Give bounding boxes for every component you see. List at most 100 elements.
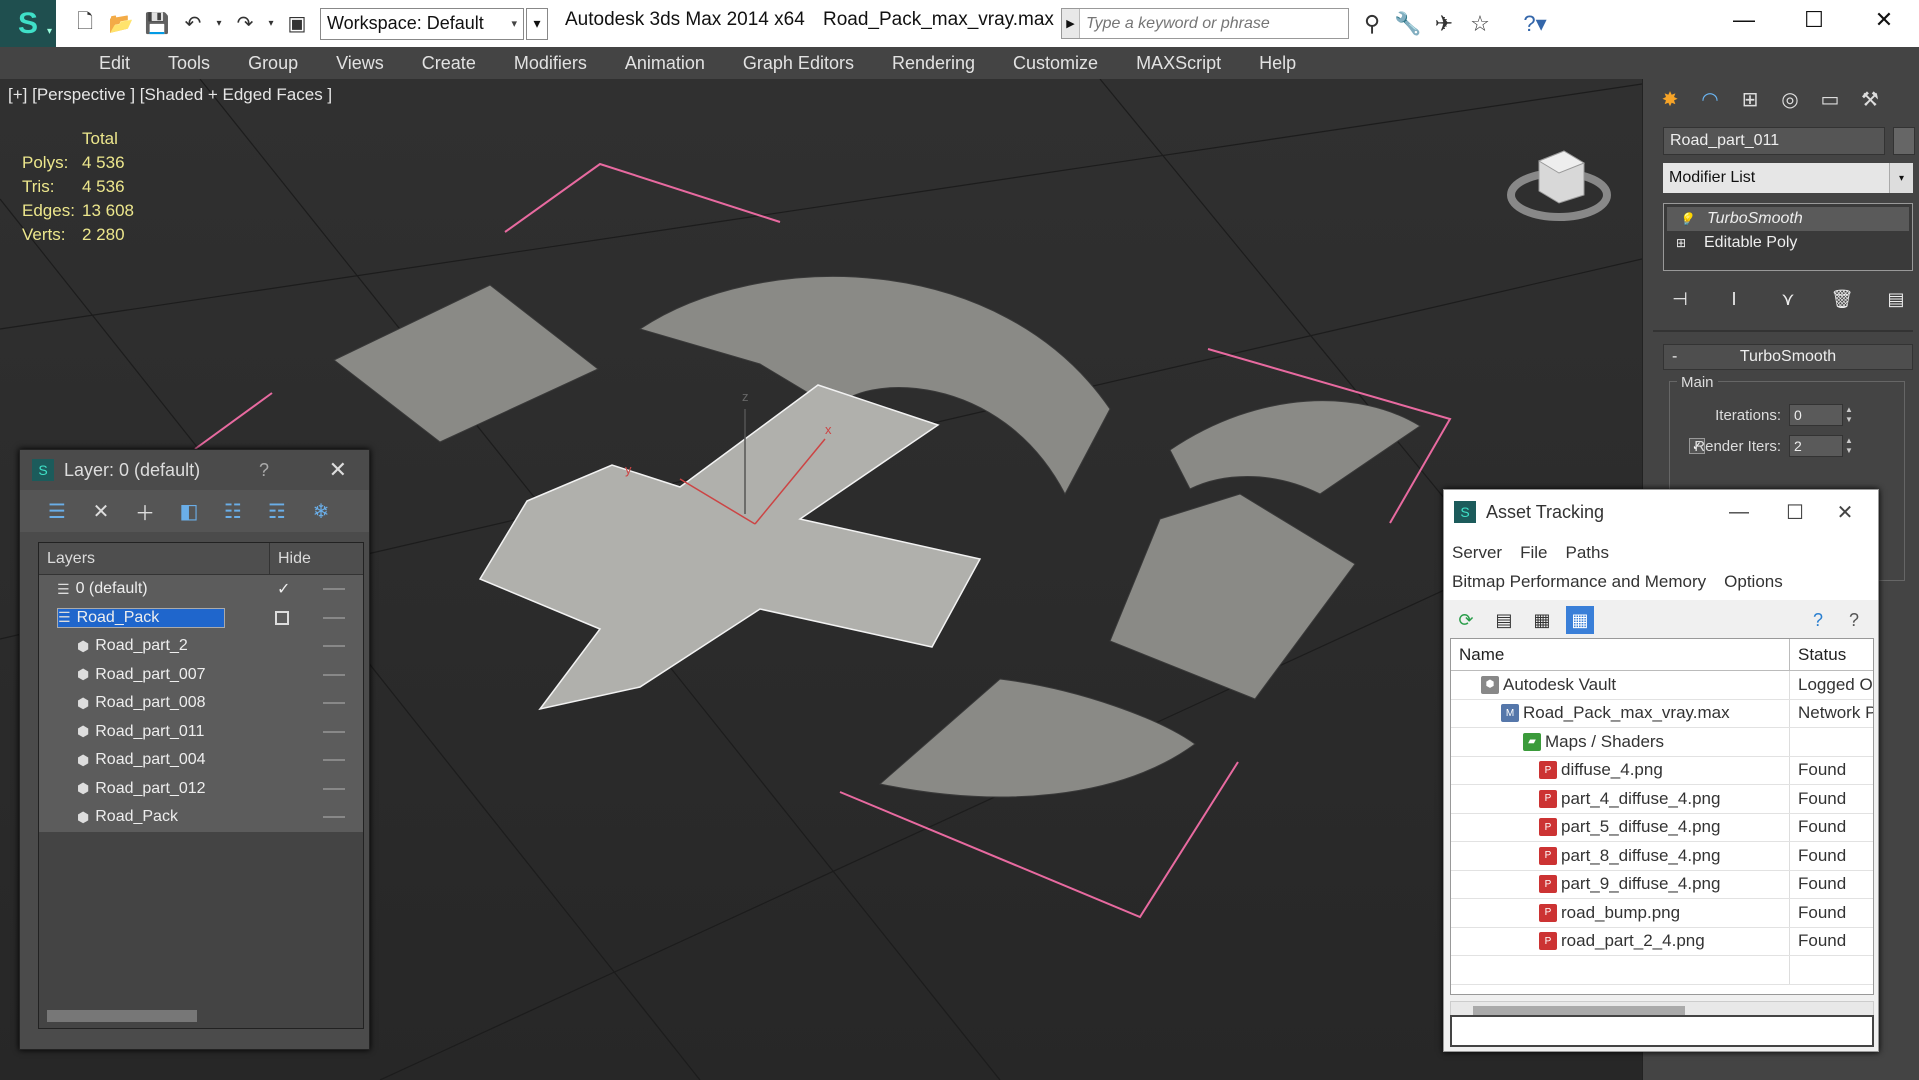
open-file-icon[interactable]: 📂 (104, 8, 138, 40)
hide-column-header[interactable]: Hide (270, 543, 363, 574)
utilities-tab-icon[interactable]: ⚒ (1853, 83, 1887, 115)
freeze-all-layers-icon[interactable]: ❄ (306, 496, 336, 526)
layer-dialog-titlebar[interactable]: S Layer: 0 (default) ? ✕ (20, 450, 369, 490)
render-iters-spinner[interactable]: 2 (1789, 435, 1843, 457)
expand-plus-icon[interactable]: ⊞ (1676, 236, 1686, 250)
asset-row[interactable]: Ppart_8_diffuse_4.png Found (1451, 842, 1873, 871)
select-objects-icon[interactable]: ◧ (174, 496, 204, 526)
make-unique-icon[interactable]: ⋎ (1771, 284, 1805, 314)
set-current-layer-icon[interactable] (275, 610, 289, 625)
list-view-icon[interactable]: ▤ (1490, 606, 1518, 634)
communication-icon[interactable]: ✈ (1428, 8, 1460, 40)
lightbulb-icon[interactable]: 💡 (1679, 212, 1694, 226)
remove-modifier-icon[interactable]: 🗑 (1825, 284, 1859, 314)
layer-row[interactable]: ⬢ Road_part_008 (39, 689, 363, 718)
help-icon[interactable]: ? (259, 460, 269, 481)
status-column-header[interactable]: Status (1790, 639, 1873, 670)
layer-row[interactable]: ⬢ Road_part_2 (39, 632, 363, 661)
refresh-icon[interactable]: ⟳ (1452, 606, 1480, 634)
hide-toggle[interactable] (323, 616, 345, 619)
hide-toggle[interactable] (323, 588, 345, 591)
app-menu-button[interactable]: S ▾ (0, 0, 56, 47)
menu-item-animation[interactable]: Animation (606, 53, 724, 74)
asset-row[interactable]: ⬢ Autodesk Vault Logged O (1451, 671, 1873, 700)
layer-name[interactable]: ☰ 0 (default) (57, 580, 225, 598)
asset-row[interactable]: Ppart_4_diffuse_4.png Found (1451, 785, 1873, 814)
menu-item-graph-editors[interactable]: Graph Editors (724, 53, 873, 74)
search-input[interactable] (1080, 10, 1340, 37)
modify-tab-icon[interactable]: ◠ (1693, 83, 1727, 115)
layer-name[interactable]: ⬢ Road_Pack (77, 808, 227, 826)
minimize-icon[interactable]: — (1709, 0, 1779, 40)
layer-name[interactable]: ⬢ Road_part_2 (77, 637, 227, 655)
menu-item-maxscript[interactable]: MAXScript (1117, 53, 1240, 74)
hide-toggle[interactable] (323, 816, 345, 819)
layer-row[interactable]: ⬢ Road_part_004 (39, 746, 363, 775)
quick-access-customize-icon[interactable]: ▾ (526, 7, 548, 40)
viewcube-icon[interactable] (1504, 123, 1614, 233)
hide-all-layers-icon[interactable]: ☶ (262, 496, 292, 526)
asset-path-field[interactable] (1450, 1015, 1874, 1047)
show-end-result-icon[interactable]: I (1717, 284, 1751, 314)
menu-item-views[interactable]: Views (317, 53, 403, 74)
horizontal-scrollbar[interactable] (47, 1010, 197, 1022)
spinner-arrows-icon[interactable]: ▲ ▼ (1845, 405, 1857, 425)
maximize-icon[interactable]: ☐ (1770, 490, 1820, 534)
undo-icon[interactable]: ↶ (176, 8, 210, 40)
menu-item-edit[interactable]: Edit (80, 53, 149, 74)
hierarchy-tab-icon[interactable]: ⊞ (1733, 83, 1767, 115)
create-layer-icon[interactable]: ☰ (42, 496, 72, 526)
new-file-icon[interactable]: 🗋 (68, 8, 102, 40)
hide-toggle[interactable] (323, 702, 345, 705)
object-name-field[interactable]: Road_part_011 (1663, 127, 1885, 155)
redo-dropdown-icon[interactable]: ▾ (264, 8, 278, 40)
asset-row[interactable]: Proad_part_2_4.png Found (1451, 927, 1873, 956)
stack-item-editable-poly[interactable]: ⊞ Editable Poly (1664, 231, 1912, 255)
iterations-spinner[interactable]: 0 (1789, 404, 1843, 426)
hide-toggle[interactable] (323, 787, 345, 790)
stack-item-turbosmooth[interactable]: 💡 TurboSmooth (1667, 207, 1909, 231)
layer-name[interactable]: ⬢ Road_part_007 (77, 666, 227, 684)
asset-row[interactable]: ▰ Maps / Shaders (1451, 728, 1873, 757)
layer-name[interactable]: ⬢ Road_part_011 (77, 723, 227, 741)
hide-toggle[interactable] (323, 730, 345, 733)
menu-item-group[interactable]: Group (229, 53, 317, 74)
table-view-icon[interactable]: ▦ (1566, 606, 1594, 634)
redo-icon[interactable]: ↷ (228, 8, 262, 40)
asset-row[interactable]: M Road_Pack_max_vray.max Network P (1451, 699, 1873, 728)
layer-name[interactable]: ⬢ Road_part_012 (77, 780, 227, 798)
help-icon[interactable]: ?▾ (1513, 8, 1557, 40)
layer-name[interactable]: ⬢ Road_part_004 (77, 751, 227, 769)
project-folder-icon[interactable]: ▣ (280, 8, 314, 40)
spinner-arrows-icon[interactable]: ▲ ▼ (1845, 436, 1857, 456)
maximize-icon[interactable]: ☐ (1779, 0, 1849, 40)
viewport-label[interactable]: [+] [Perspective ] [Shaded + Edged Faces… (8, 85, 332, 105)
modifier-list-dropdown[interactable]: Modifier List ▾ (1663, 163, 1913, 193)
close-icon[interactable]: ✕ (1849, 0, 1919, 40)
layer-row[interactable]: ⬢ Road_part_007 (39, 660, 363, 689)
asset-menu-file[interactable]: File (1520, 543, 1547, 562)
asset-row[interactable]: Ppart_9_diffuse_4.png Found (1451, 870, 1873, 899)
layer-name[interactable]: ☰ Road_Pack (57, 607, 225, 628)
workspace-select[interactable]: Workspace: Default ▾ (320, 7, 524, 40)
configure-modifier-sets-icon[interactable]: ▤ (1879, 284, 1913, 314)
layer-row[interactable]: ⬢ Road_Pack (39, 803, 363, 832)
tree-view-icon[interactable]: ▦ (1528, 606, 1556, 634)
menu-item-help[interactable]: Help (1240, 53, 1315, 74)
add-to-layer-icon[interactable]: ＋ (130, 496, 160, 526)
highlight-layer-icon[interactable]: ☷ (218, 496, 248, 526)
favorites-star-icon[interactable]: ☆ (1464, 8, 1496, 40)
name-column-header[interactable]: Name (1451, 639, 1790, 670)
help-context-icon[interactable]: ? (1840, 606, 1868, 634)
menu-item-customize[interactable]: Customize (994, 53, 1117, 74)
subscription-icon[interactable]: 🔧 (1392, 8, 1424, 40)
asset-row[interactable]: Pdiffuse_4.png Found (1451, 756, 1873, 785)
display-tab-icon[interactable]: ▭ (1813, 83, 1847, 115)
current-layer-check-icon[interactable]: ✓ (277, 579, 290, 599)
hide-toggle[interactable] (323, 759, 345, 762)
delete-layer-icon[interactable]: ✕ (86, 496, 116, 526)
asset-menu-options[interactable]: Options (1724, 572, 1783, 591)
layers-column-header[interactable]: Layers (39, 543, 270, 574)
asset-menu-bitmap-performance-and-memory[interactable]: Bitmap Performance and Memory (1452, 572, 1706, 591)
object-color-swatch[interactable] (1893, 127, 1915, 155)
